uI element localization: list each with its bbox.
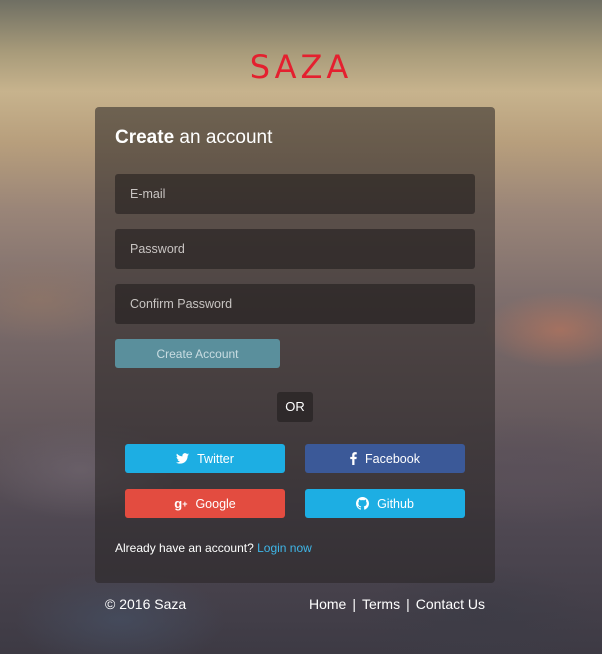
github-octocat-icon (356, 497, 370, 510)
footer-separator: | (406, 596, 410, 612)
create-account-button[interactable]: Create Account (115, 339, 280, 368)
login-prompt-text: Already have an account? (115, 541, 258, 555)
form-title-rest: an account (174, 127, 273, 148)
google-plus-icon: g + (174, 496, 188, 511)
twitter-login-button[interactable]: Twitter (125, 444, 285, 473)
facebook-login-button[interactable]: Facebook (305, 444, 465, 473)
signup-panel: Create an account Create Account OR Twit… (95, 107, 495, 583)
google-login-button[interactable]: g + Google (125, 489, 285, 518)
github-label: Github (377, 496, 414, 511)
password-field[interactable] (115, 229, 475, 269)
twitter-bird-icon (176, 453, 190, 464)
copyright-text: © 2016 Saza (105, 596, 187, 612)
saza-logo: SAZA (249, 48, 353, 86)
twitter-label: Twitter (197, 451, 234, 466)
or-divider: OR (277, 392, 313, 422)
confirm-password-field[interactable] (115, 284, 475, 324)
footer-link-contact[interactable]: Contact Us (416, 596, 485, 612)
github-login-button[interactable]: Github (305, 489, 465, 518)
footer-link-terms[interactable]: Terms (362, 596, 400, 612)
footer-link-home[interactable]: Home (309, 596, 346, 612)
facebook-f-icon (350, 452, 357, 465)
login-now-link[interactable]: Login now (257, 541, 312, 555)
form-title-bold: Create (115, 127, 175, 148)
footer-links: Home | Terms | Contact Us (309, 596, 485, 612)
footer-separator: | (352, 596, 356, 612)
facebook-label: Facebook (365, 451, 420, 466)
login-prompt: Already have an account? Login now (115, 541, 312, 555)
form-title: Create an account (115, 127, 272, 149)
google-label: Google (195, 496, 236, 511)
email-field[interactable] (115, 174, 475, 214)
